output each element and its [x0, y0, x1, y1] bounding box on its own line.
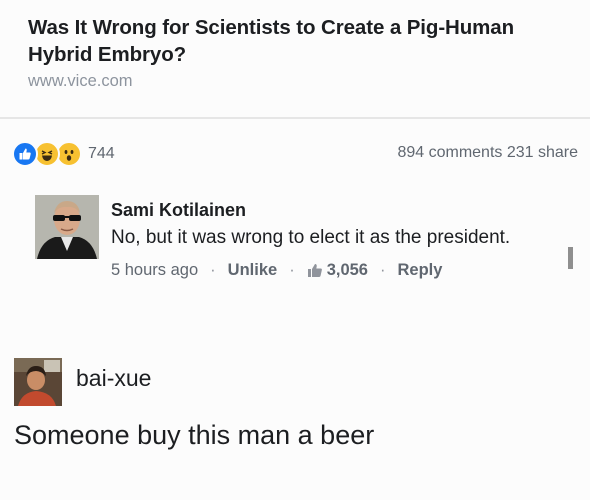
separator-dot: ·: [210, 261, 216, 279]
stats-bar: 744 894 comments 231 share: [12, 141, 578, 167]
avatar[interactable]: [14, 358, 62, 406]
link-domain: www.vice.com: [28, 72, 133, 90]
reply-text: Someone buy this man a beer: [14, 420, 375, 450]
like-count[interactable]: 3,056: [327, 261, 368, 280]
reaction-count: 744: [88, 145, 115, 162]
separator-dot: ·: [289, 261, 295, 279]
reply-username[interactable]: bai-xue: [76, 365, 151, 392]
comments-shares-count[interactable]: 894 comments 231 share: [397, 144, 578, 162]
like-icon: [12, 141, 38, 167]
divider: [0, 117, 590, 119]
scrollbar-thumb[interactable]: [568, 247, 573, 269]
comment-author[interactable]: Sami Kotilainen: [111, 199, 561, 221]
comment-body: Sami Kotilainen No, but it was wrong to …: [111, 199, 561, 280]
unlike-button[interactable]: Unlike: [228, 261, 278, 280]
avatar[interactable]: [35, 195, 99, 259]
comment-timestamp[interactable]: 5 hours ago: [111, 261, 198, 280]
reactions-summary[interactable]: 744: [12, 141, 115, 167]
link-title[interactable]: Was It Wrong for Scientists to Create a …: [28, 14, 573, 68]
comment-text: No, but it was wrong to elect it as the …: [111, 227, 511, 248]
reply-button[interactable]: Reply: [397, 261, 442, 280]
thumbs-up-icon: [307, 263, 323, 278]
separator-dot: ·: [379, 261, 386, 279]
link-preview-card[interactable]: Was It Wrong for Scientists to Create a …: [28, 14, 573, 91]
comment-meta: 5 hours ago · Unlike · 3,056 · Reply: [111, 261, 561, 280]
